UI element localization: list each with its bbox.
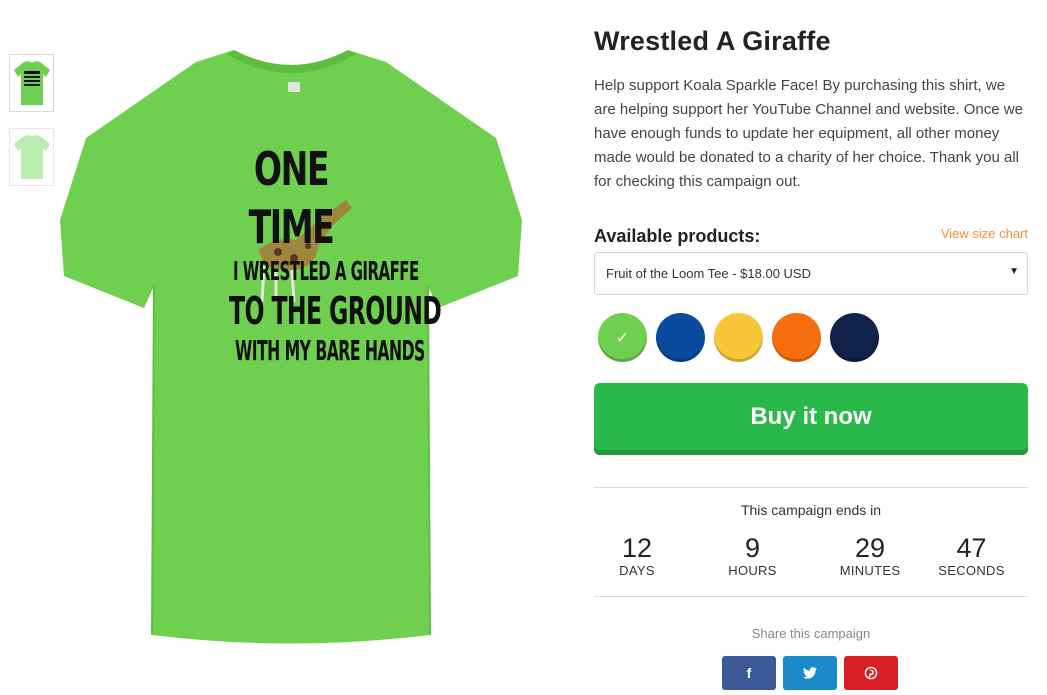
color-swatch-navy[interactable]	[830, 313, 879, 362]
product-image: ONE TIME I WRESTLED A GIRAFFE TO THE GRO…	[56, 40, 526, 645]
countdown-days-unit: DAYS	[619, 563, 655, 578]
pinterest-share-button[interactable]	[844, 656, 898, 690]
twitter-icon	[803, 667, 817, 679]
design-line-2: I WRESTLED A GIRAFFE	[233, 257, 419, 287]
countdown-seconds-value: 47	[956, 533, 987, 563]
color-swatches: ✓	[598, 313, 879, 362]
pinterest-icon	[864, 666, 878, 680]
divider	[594, 487, 1028, 488]
color-swatch-orange[interactable]	[772, 313, 821, 362]
buy-it-now-button[interactable]: Buy it now	[594, 383, 1028, 455]
countdown-hours: 9 HOURS	[680, 533, 825, 578]
color-swatch-lime[interactable]: ✓	[598, 313, 647, 362]
campaign-ends-label: This campaign ends in	[740, 502, 882, 518]
twitter-share-button[interactable]	[783, 656, 837, 690]
thumbnail-back-image	[13, 135, 50, 179]
countdown-days: 12 DAYS	[594, 533, 680, 578]
design-line-1: ONE TIME	[248, 142, 335, 254]
divider	[594, 596, 1028, 597]
share-buttons: f	[722, 656, 898, 690]
countdown-minutes: 29 MINUTES	[825, 533, 915, 578]
facebook-icon: f	[746, 665, 752, 681]
countdown-hours-unit: HOURS	[728, 563, 777, 578]
product-select[interactable]: Fruit of the Loom Tee - $18.00 USD ▼	[594, 252, 1028, 295]
thumbnail-back[interactable]	[9, 128, 54, 186]
view-size-chart-link[interactable]: View size chart	[941, 226, 1028, 241]
dropdown-caret-icon: ▼	[1009, 266, 1019, 277]
design-text: ONE TIME I WRESTLED A GIRAFFE TO THE GRO…	[191, 140, 442, 368]
color-swatch-royal-blue[interactable]	[656, 313, 705, 362]
product-title: Wrestled A Giraffe	[594, 26, 831, 56]
design-line-4: WITH MY BARE HANDS	[235, 334, 425, 367]
countdown: 12 DAYS 9 HOURS 29 MINUTES 47 SECONDS	[594, 533, 1028, 578]
share-campaign-label: Share this campaign	[751, 626, 871, 641]
countdown-hours-value: 9	[744, 533, 761, 563]
product-panel: Wrestled A Giraffe Help support Koala Sp…	[594, 0, 1028, 695]
color-swatch-gold[interactable]	[714, 313, 763, 362]
facebook-share-button[interactable]: f	[722, 656, 776, 690]
countdown-seconds-unit: SECONDS	[938, 563, 1005, 578]
thumbnail-front-image	[13, 61, 50, 105]
countdown-minutes-unit: MINUTES	[839, 563, 901, 578]
check-icon: ✓	[615, 329, 630, 347]
countdown-minutes-value: 29	[854, 533, 886, 563]
product-description: Help support Koala Sparkle Face! By purc…	[594, 77, 1023, 190]
countdown-days-value: 12	[621, 533, 653, 563]
available-products-label: Available products:	[594, 226, 761, 246]
design-line-3: TO THE GROUND	[229, 289, 442, 333]
thumbnail-front[interactable]	[9, 54, 54, 112]
countdown-seconds: 47 SECONDS	[915, 533, 1028, 578]
product-select-value: Fruit of the Loom Tee - $18.00 USD	[606, 266, 811, 281]
